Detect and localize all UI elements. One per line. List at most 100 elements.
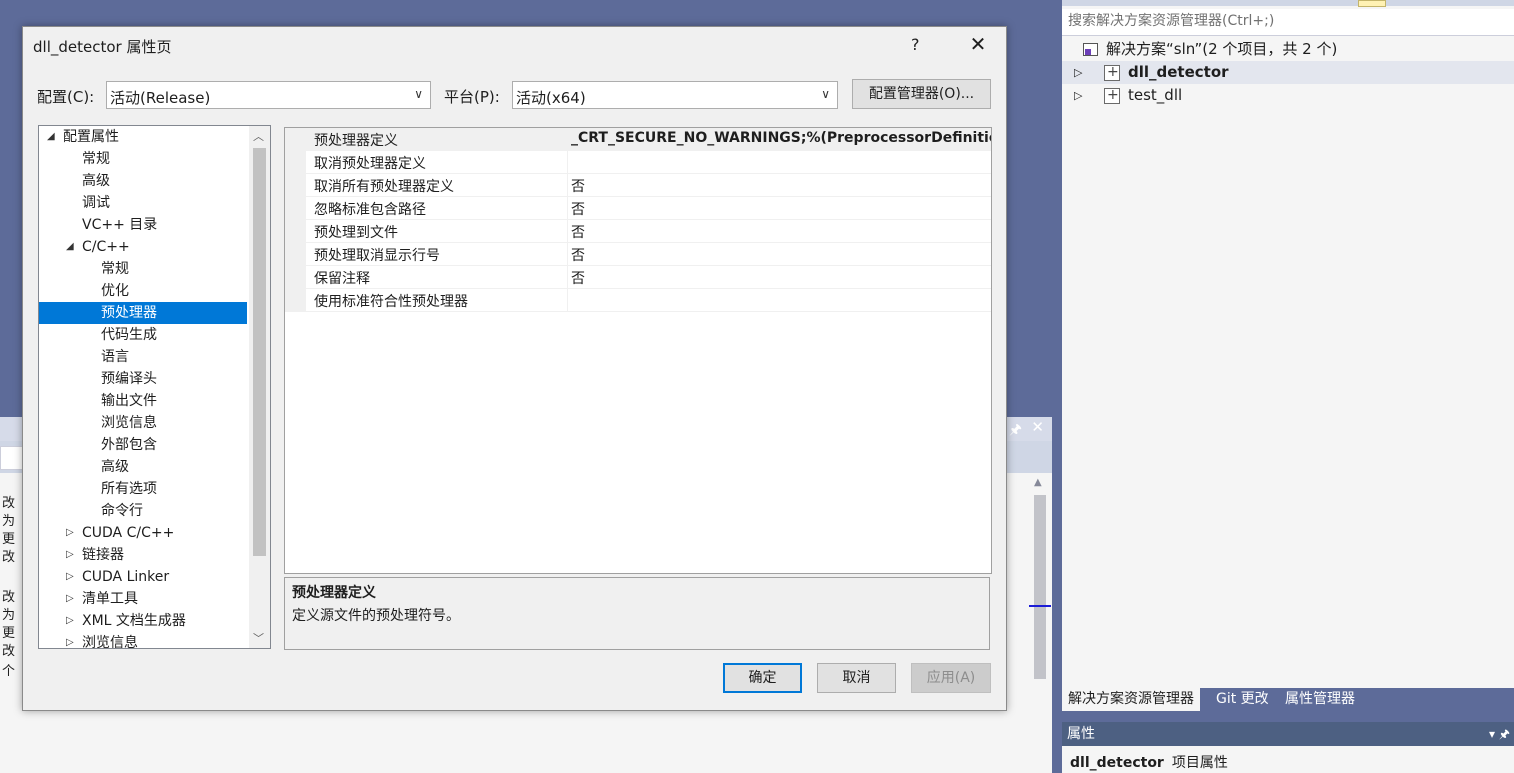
tab-property-manager[interactable]: 属性管理器 (1279, 688, 1361, 711)
expand-arrow-icon[interactable]: ▷ (1074, 84, 1082, 107)
solution-node[interactable]: 解决方案“sln”(2 个项目，共 2 个) (1062, 38, 1514, 61)
column-separator[interactable] (567, 243, 568, 266)
cancel-button[interactable]: 取消 (817, 663, 896, 693)
tree-scrollbar[interactable]: ︿ ﹀ (249, 126, 270, 648)
expand-arrow-icon[interactable]: ▷ (1074, 61, 1082, 84)
column-separator[interactable] (567, 197, 568, 220)
config-select[interactable]: 活动(Release) ∨ (106, 81, 431, 109)
scroll-thumb[interactable] (1034, 495, 1046, 679)
property-value[interactable]: 否 (571, 199, 585, 219)
column-separator[interactable] (567, 289, 568, 312)
tree-item[interactable]: VC++ 目录 (39, 214, 247, 236)
tree-item[interactable]: ▷ XML 文档生成器 (39, 610, 247, 632)
property-grid: 预处理器定义 _CRT_SECURE_NO_WARNINGS;%(Preproce… (284, 127, 992, 574)
platform-select[interactable]: 活动(x64) ∨ (512, 81, 838, 109)
tree-item[interactable]: 命令行 (39, 500, 247, 522)
close-icon[interactable]: ✕ (1031, 418, 1044, 436)
column-separator[interactable] (567, 220, 568, 243)
property-value[interactable]: 否 (571, 176, 585, 196)
chevron-up-icon[interactable]: ︿ (253, 128, 264, 144)
column-separator[interactable] (567, 151, 568, 174)
ok-button[interactable]: 确定 (723, 663, 802, 693)
column-separator[interactable] (567, 266, 568, 289)
project-node-dll-detector[interactable]: ▷ dll_detector (1062, 61, 1514, 84)
tree-item-label: CUDA Linker (82, 569, 170, 585)
output-source-select[interactable] (0, 446, 24, 470)
tree-item[interactable]: 常规 (39, 258, 247, 280)
tree-item-label: CUDA C/C++ (82, 525, 175, 541)
output-line: 更 (2, 532, 16, 547)
solution-search-box[interactable] (1062, 9, 1514, 36)
property-name: 保留注释 (314, 271, 370, 287)
property-name: 使用标准符合性预处理器 (314, 294, 468, 310)
tree-item-label: XML 文档生成器 (82, 613, 186, 629)
properties-header: 属性 ▾ 🖈 (1062, 722, 1514, 746)
project-node-test-dll[interactable]: ▷ test_dll (1062, 84, 1514, 107)
scroll-up-icon[interactable]: ▲ (1034, 477, 1042, 488)
tree-item[interactable]: 高级 (39, 170, 247, 192)
expand-arrow-icon[interactable]: ▷ (66, 522, 74, 544)
close-icon[interactable]: ✕ (966, 32, 990, 56)
collapse-arrow-icon[interactable]: ◢ (66, 236, 74, 258)
property-value[interactable]: _CRT_SECURE_NO_WARNINGS;%(PreprocessorDe… (571, 130, 991, 146)
solution-search-input[interactable] (1062, 9, 1498, 33)
property-value[interactable]: 否 (571, 268, 585, 288)
properties-subject[interactable]: dll_detector 项目属性 (1070, 752, 1228, 772)
tree-item[interactable]: 预编译头 (39, 368, 247, 390)
help-icon[interactable]: ? (911, 35, 920, 54)
cpp-project-icon (1104, 61, 1120, 84)
tree-item[interactable]: 优化 (39, 280, 247, 302)
property-row[interactable]: 使用标准符合性预处理器 (285, 289, 991, 312)
expand-arrow-icon[interactable]: ▷ (66, 610, 74, 632)
tree-item-label: 代码生成 (101, 327, 157, 343)
tree-item[interactable]: 所有选项 (39, 478, 247, 500)
property-row[interactable]: 预处理取消显示行号 否 (285, 243, 991, 266)
tree-item[interactable]: 代码生成 (39, 324, 247, 346)
tree-item[interactable]: ▷ 清单工具 (39, 588, 247, 610)
pin-icon[interactable]: 🖈 (1009, 419, 1022, 443)
description-text: 定义源文件的预处理符号。 (292, 608, 460, 624)
apply-button[interactable]: 应用(A) (911, 663, 991, 693)
tree-item-label: 常规 (82, 151, 110, 167)
tree-item[interactable]: 浏览信息 (39, 412, 247, 434)
expand-arrow-icon[interactable]: ▷ (66, 544, 74, 566)
tree-item[interactable]: 调试 (39, 192, 247, 214)
property-row[interactable]: 取消预处理器定义 (285, 151, 991, 174)
tree-item[interactable]: 语言 (39, 346, 247, 368)
expand-arrow-icon[interactable]: ▷ (66, 632, 74, 648)
tree-item[interactable]: ▷ 浏览信息 (39, 632, 247, 648)
collapse-arrow-icon[interactable]: ◢ (47, 126, 55, 148)
config-manager-button[interactable]: 配置管理器(O)... (852, 79, 991, 109)
tree-scroll-thumb[interactable] (253, 148, 266, 556)
tree-item[interactable]: 常规 (39, 148, 247, 170)
toolbar-chip[interactable] (1358, 0, 1386, 7)
chevron-down-icon[interactable]: ﹀ (253, 630, 264, 646)
property-row[interactable]: 忽略标准包含路径 否 (285, 197, 991, 220)
property-value[interactable]: 否 (571, 245, 585, 265)
tree-item[interactable]: ◢ 配置属性 (39, 126, 247, 148)
pane-options-icon[interactable]: ▾ 🖈 (1489, 722, 1510, 746)
property-row[interactable]: 预处理器定义 _CRT_SECURE_NO_WARNINGS;%(Preproce… (285, 128, 991, 151)
row-gutter (285, 151, 306, 174)
settings-tree: ◢ 配置属性 常规 高级 调试 VC++ 目录 ◢ C/C++ 常规 优化 预处理器 代码生成 语言 预编… (38, 125, 271, 649)
column-separator[interactable] (567, 174, 568, 197)
expand-arrow-icon[interactable]: ▷ (66, 566, 74, 588)
column-separator[interactable] (567, 128, 568, 151)
tab-solution-explorer[interactable]: 解决方案资源管理器 (1062, 688, 1200, 711)
output-scrollbar[interactable]: ▲ (1029, 477, 1051, 679)
expand-arrow-icon[interactable]: ▷ (66, 588, 74, 610)
tree-item[interactable]: ◢ C/C++ (39, 236, 247, 258)
tree-item[interactable]: 预处理器 (39, 302, 247, 324)
tab-git-changes[interactable]: Git 更改 (1210, 688, 1275, 711)
tree-item[interactable]: 高级 (39, 456, 247, 478)
tree-item[interactable]: ▷ 链接器 (39, 544, 247, 566)
property-row[interactable]: 预处理到文件 否 (285, 220, 991, 243)
tree-item[interactable]: 输出文件 (39, 390, 247, 412)
tree-item[interactable]: ▷ CUDA C/C++ (39, 522, 247, 544)
property-row[interactable]: 保留注释 否 (285, 266, 991, 289)
tree-item[interactable]: 外部包含 (39, 434, 247, 456)
toolbar-strip (1062, 0, 1514, 7)
property-row[interactable]: 取消所有预处理器定义 否 (285, 174, 991, 197)
property-value[interactable]: 否 (571, 222, 585, 242)
tree-item[interactable]: ▷ CUDA Linker (39, 566, 247, 588)
